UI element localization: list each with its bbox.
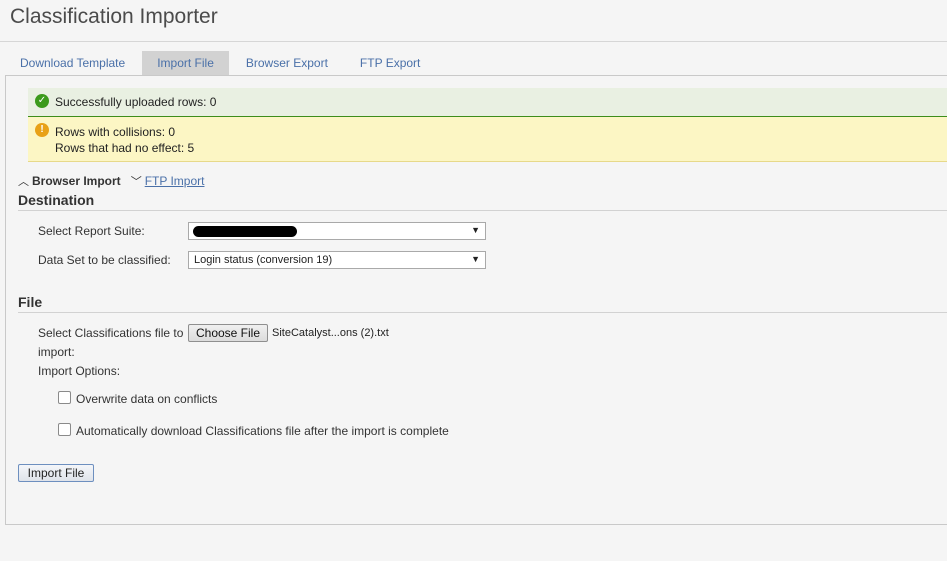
- browser-import-toggle[interactable]: Browser Import: [32, 174, 121, 188]
- tab-ftp-export[interactable]: FTP Export: [345, 51, 435, 75]
- success-message: ✓ Successfully uploaded rows: 0: [28, 88, 947, 117]
- choose-file-button[interactable]: Choose File: [188, 324, 268, 342]
- import-options-label: Import Options:: [38, 364, 121, 378]
- tab-browser-export[interactable]: Browser Export: [231, 51, 343, 75]
- tab-download-template[interactable]: Download Template: [5, 51, 140, 75]
- destination-divider: [18, 210, 947, 211]
- success-text: Successfully uploaded rows: 0: [55, 95, 217, 109]
- select-file-label: Select Classifications file to: [38, 326, 184, 340]
- report-suite-label: Select Report Suite:: [38, 224, 145, 238]
- warning-circle-icon: !: [35, 123, 49, 137]
- ftp-import-link[interactable]: FTP Import: [145, 174, 205, 188]
- data-set-label: Data Set to be classified:: [38, 253, 171, 267]
- overwrite-checkbox[interactable]: [58, 391, 71, 404]
- select-file-label-cont: import:: [38, 345, 75, 359]
- chevron-down-icon[interactable]: ﹀: [131, 173, 145, 189]
- import-file-button[interactable]: Import File: [18, 464, 94, 482]
- data-set-select[interactable]: Login status (conversion 19) ▼: [188, 251, 486, 269]
- tab-bar: Download Template Import File Browser Ex…: [5, 51, 437, 75]
- dropdown-arrow-icon: ▼: [471, 225, 480, 235]
- overwrite-label[interactable]: Overwrite data on conflicts: [76, 392, 217, 406]
- check-circle-icon: ✓: [35, 94, 49, 108]
- dropdown-arrow-icon: ▼: [471, 254, 480, 264]
- warning-message: ! Rows with collisions: 0 Rows that had …: [28, 117, 947, 162]
- redacted-value: [193, 226, 297, 237]
- selected-file-name: SiteCatalyst...ons (2).txt: [272, 327, 389, 339]
- no-effect-text: Rows that had no effect: 5: [55, 141, 195, 155]
- report-suite-select[interactable]: ▼: [188, 222, 486, 240]
- collisions-text: Rows with collisions: 0: [55, 125, 176, 139]
- auto-download-checkbox[interactable]: [58, 423, 71, 436]
- tab-import-file[interactable]: Import File: [142, 51, 229, 75]
- destination-heading: Destination: [18, 192, 95, 208]
- auto-download-label[interactable]: Automatically download Classifications f…: [76, 424, 449, 438]
- import-method-links: ︿ Browser Import ﹀ FTP Import: [18, 173, 204, 189]
- title-divider: [0, 41, 947, 42]
- data-set-value: Login status (conversion 19): [194, 254, 333, 266]
- import-panel: ✓ Successfully uploaded rows: 0 ! Rows w…: [5, 75, 947, 525]
- file-heading: File: [18, 294, 43, 310]
- file-divider: [18, 312, 947, 313]
- chevron-up-icon[interactable]: ︿: [18, 173, 32, 189]
- page-title: Classification Importer: [10, 5, 218, 28]
